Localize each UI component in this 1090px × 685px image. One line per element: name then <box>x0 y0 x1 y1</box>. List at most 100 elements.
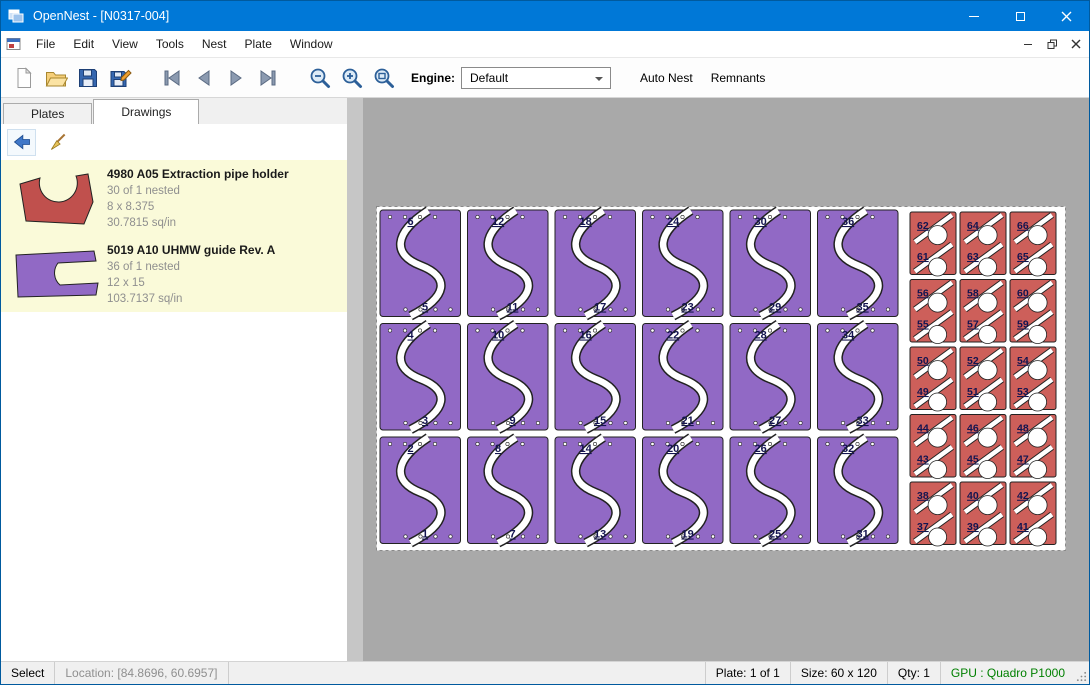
broom-icon <box>48 132 68 152</box>
svg-text:56: 56 <box>917 287 929 299</box>
menubar: File Edit View Tools Nest Plate Window <box>1 31 1089 57</box>
grip-icon <box>1076 671 1087 682</box>
panel-tabs: Plates Drawings <box>1 98 347 124</box>
svg-text:8: 8 <box>495 443 501 455</box>
clean-button[interactable] <box>43 129 72 156</box>
prev-plate-button[interactable] <box>189 63 219 93</box>
svg-text:51: 51 <box>967 386 979 398</box>
send-back-button[interactable] <box>7 129 36 156</box>
open-folder-icon <box>44 66 68 90</box>
close-button[interactable] <box>1043 1 1089 31</box>
mdi-minimize-icon <box>1024 44 1032 45</box>
svg-text:36: 36 <box>842 216 854 228</box>
svg-text:9: 9 <box>510 415 516 427</box>
svg-text:21: 21 <box>681 415 693 427</box>
first-plate-button[interactable] <box>157 63 187 93</box>
save-icon <box>76 66 100 90</box>
drawing-item-2[interactable]: 5019 A10 UHMW guide Rev. A 36 of 1 neste… <box>1 236 347 312</box>
window-title: OpenNest - [N0317-004] <box>31 9 169 23</box>
nest-canvas[interactable]: 6512111817242330293635431091615222128273… <box>363 98 1089 661</box>
drawing-item-1[interactable]: 4980 A05 Extraction pipe holder 30 of 1 … <box>1 160 347 236</box>
svg-text:20: 20 <box>667 443 679 455</box>
svg-text:33: 33 <box>856 415 868 427</box>
panel-splitter[interactable] <box>347 98 363 661</box>
mdi-restore-button[interactable] <box>1041 34 1063 54</box>
resize-grip[interactable] <box>1075 662 1089 684</box>
svg-text:40: 40 <box>967 490 979 502</box>
save-button[interactable] <box>73 63 103 93</box>
drawing-list: 4980 A05 Extraction pipe holder 30 of 1 … <box>1 160 347 661</box>
open-button[interactable] <box>41 63 71 93</box>
menu-nest[interactable]: Nest <box>193 31 236 57</box>
status-gpu: GPU : Quadro P1000 <box>940 662 1075 684</box>
maximize-button[interactable] <box>997 1 1043 31</box>
close-icon <box>1061 11 1072 22</box>
zoom-fit-button[interactable] <box>369 63 399 93</box>
left-panel: Plates Drawings <box>1 98 347 661</box>
drawing-thumbnail-purple <box>5 243 107 305</box>
menu-view[interactable]: View <box>103 31 147 57</box>
menu-file[interactable]: File <box>27 31 64 57</box>
svg-text:49: 49 <box>917 386 929 398</box>
mdi-close-button[interactable] <box>1065 34 1087 54</box>
svg-text:23: 23 <box>681 302 693 314</box>
tab-plates[interactable]: Plates <box>3 103 92 124</box>
svg-text:17: 17 <box>594 302 606 314</box>
svg-text:39: 39 <box>967 521 979 533</box>
svg-text:14: 14 <box>579 443 592 455</box>
nest-plate[interactable]: 6512111817242330293635431091615222128273… <box>376 206 1066 551</box>
svg-text:42: 42 <box>1017 490 1029 502</box>
svg-text:34: 34 <box>842 330 855 342</box>
svg-text:27: 27 <box>769 415 781 427</box>
mdi-child-icon <box>1 37 27 51</box>
menu-tools[interactable]: Tools <box>147 31 193 57</box>
svg-text:32: 32 <box>842 443 854 455</box>
minimize-button[interactable] <box>951 1 997 31</box>
mdi-restore-icon <box>1047 39 1058 50</box>
main-area: Plates Drawings <box>1 98 1089 661</box>
drawings-toolbar <box>1 124 347 160</box>
svg-text:2: 2 <box>408 443 414 455</box>
zoom-in-button[interactable] <box>337 63 367 93</box>
last-arrow-icon <box>256 66 280 90</box>
svg-text:52: 52 <box>967 355 979 367</box>
mdi-minimize-button[interactable] <box>1017 34 1039 54</box>
zoom-in-icon <box>340 66 364 90</box>
save-as-icon <box>108 66 132 90</box>
app-icon <box>1 8 31 24</box>
svg-text:37: 37 <box>917 521 929 533</box>
last-plate-button[interactable] <box>253 63 283 93</box>
svg-text:65: 65 <box>1017 251 1029 263</box>
svg-text:10: 10 <box>492 330 504 342</box>
svg-text:24: 24 <box>667 216 680 228</box>
zoom-out-icon <box>308 66 332 90</box>
svg-text:4: 4 <box>408 330 415 342</box>
status-location: Location: [84.8696, 60.6957] <box>55 662 228 684</box>
new-button[interactable] <box>9 63 39 93</box>
drawing-thumbnail-red <box>5 167 107 229</box>
zoom-out-button[interactable] <box>305 63 335 93</box>
remnants-button[interactable]: Remnants <box>702 71 775 85</box>
next-plate-button[interactable] <box>221 63 251 93</box>
svg-text:22: 22 <box>667 330 679 342</box>
auto-nest-button[interactable]: Auto Nest <box>631 71 702 85</box>
menu-plate[interactable]: Plate <box>236 31 281 57</box>
status-plate: Plate: 1 of 1 <box>705 662 790 684</box>
menu-edit[interactable]: Edit <box>64 31 103 57</box>
svg-text:1: 1 <box>422 529 428 541</box>
tab-drawings[interactable]: Drawings <box>93 99 199 124</box>
save-as-button[interactable] <box>105 63 135 93</box>
svg-text:5: 5 <box>422 302 428 314</box>
svg-text:45: 45 <box>967 454 979 466</box>
svg-text:46: 46 <box>967 422 979 434</box>
engine-value: Default <box>470 71 508 85</box>
svg-text:43: 43 <box>917 454 929 466</box>
svg-text:64: 64 <box>967 220 979 232</box>
svg-text:13: 13 <box>594 529 606 541</box>
blue-arrow-icon <box>12 132 32 152</box>
engine-select[interactable]: Default <box>461 67 611 89</box>
svg-text:61: 61 <box>917 251 929 263</box>
menu-window[interactable]: Window <box>281 31 342 57</box>
svg-text:7: 7 <box>510 529 516 541</box>
svg-text:54: 54 <box>1017 355 1029 367</box>
